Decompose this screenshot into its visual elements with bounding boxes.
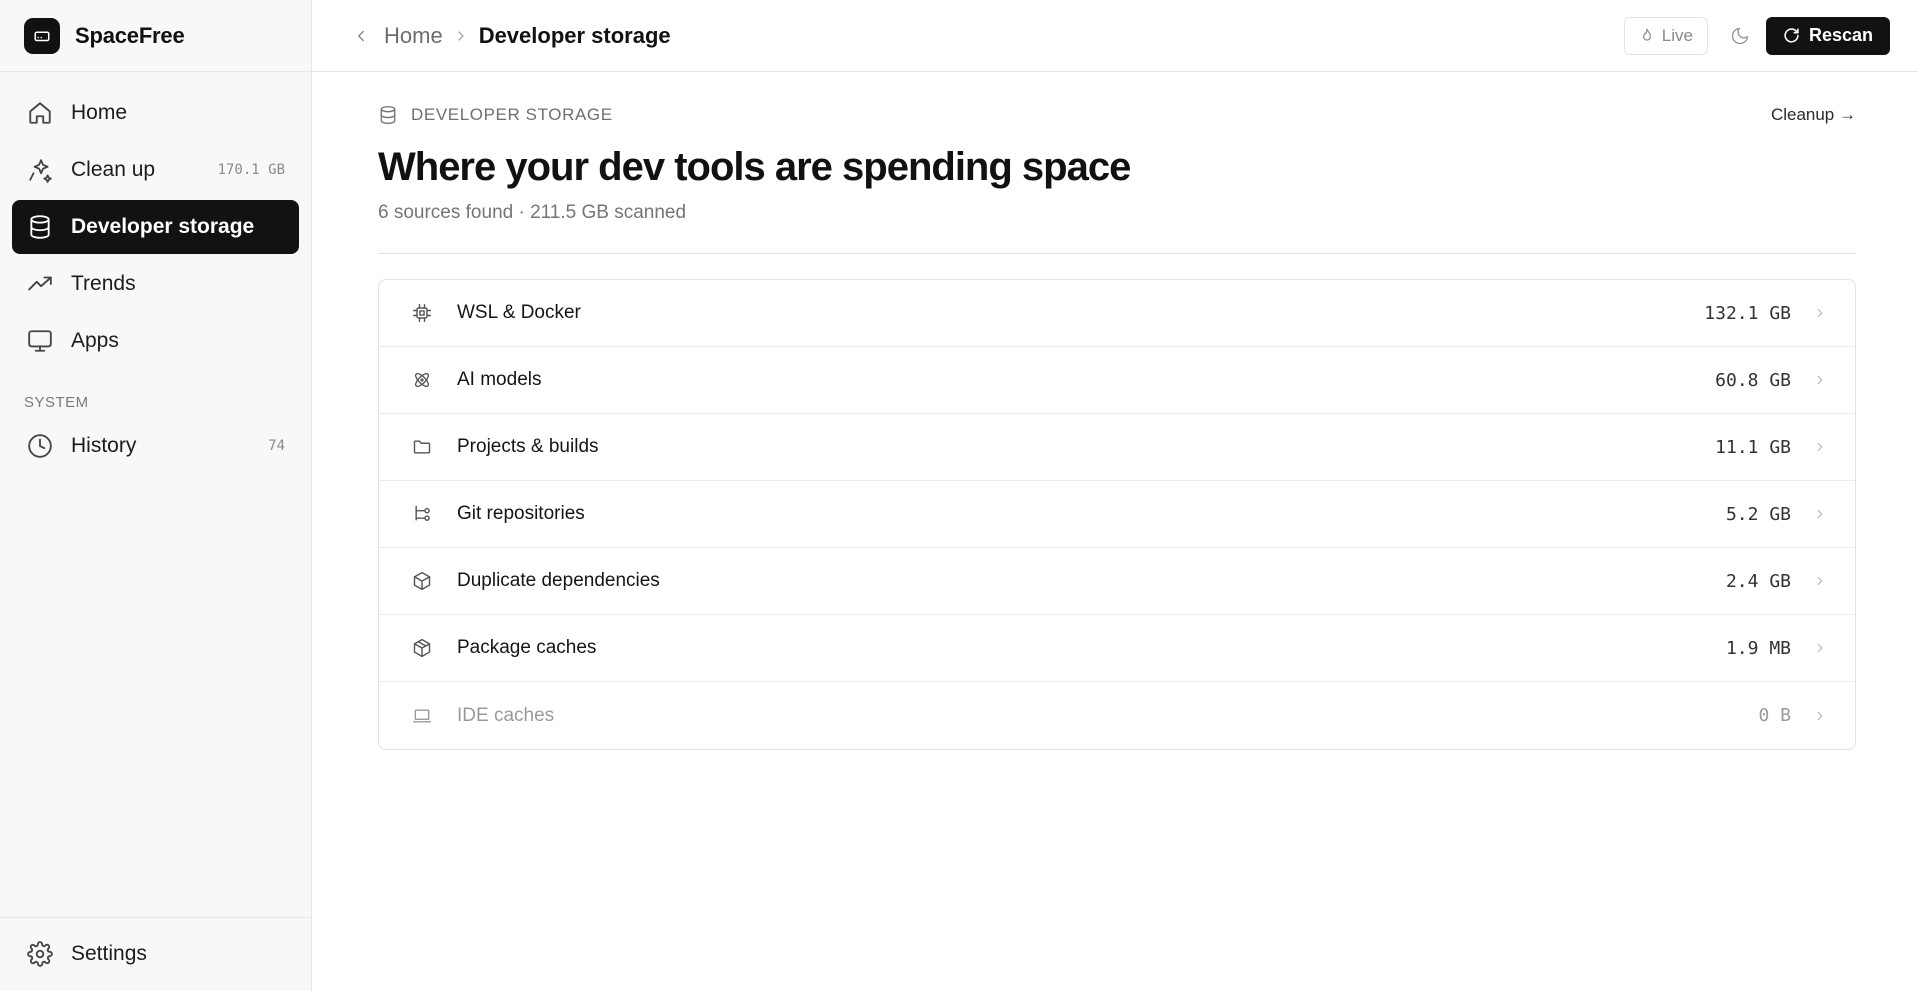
source-row-git-repositories[interactable]: Git repositories 5.2 GB: [379, 481, 1855, 548]
brand[interactable]: SpaceFree: [0, 0, 311, 72]
source-name: Git repositories: [457, 503, 585, 524]
sidebar-item-label: Home: [71, 101, 128, 124]
live-button[interactable]: Live: [1623, 16, 1708, 55]
sidebar-system-nav: History 74: [0, 419, 311, 473]
source-size: 0 B: [1758, 705, 1791, 726]
page-content: DEVELOPER STORAGE Cleanup → Where your d…: [312, 72, 1918, 750]
source-name: Duplicate dependencies: [457, 570, 660, 591]
chevron-right-icon: [1813, 709, 1827, 723]
source-size: 2.4 GB: [1725, 570, 1791, 592]
cpu-icon: [411, 303, 433, 323]
sidebar-item-home[interactable]: Home: [12, 86, 299, 140]
sidebar-item-settings[interactable]: Settings: [12, 927, 299, 981]
moon-icon: [1731, 27, 1749, 44]
sidebar-item-label: Trends: [71, 272, 136, 295]
source-row-package-caches[interactable]: Package caches 1.9 MB: [379, 615, 1855, 682]
source-name: Package caches: [457, 637, 597, 658]
chevron-right-icon: [1813, 373, 1827, 387]
source-row-wsl-docker[interactable]: WSL & Docker 132.1 GB: [379, 280, 1855, 347]
source-size: 11.1 GB: [1715, 436, 1791, 458]
rescan-button[interactable]: Rescan: [1765, 16, 1890, 55]
source-size: 5.2 GB: [1725, 503, 1791, 525]
sidebar: SpaceFree Home Clean up 170.1 GB Develop…: [0, 0, 312, 991]
folder-icon: [411, 437, 433, 457]
sidebar-item-label: Apps: [71, 329, 119, 352]
source-name: AI models: [457, 369, 542, 390]
history-count-badge: 74: [268, 438, 285, 454]
monitor-icon: [26, 327, 54, 355]
main-panel: Home Developer storage Live Rescan DEVEL…: [312, 0, 1918, 991]
live-label: Live: [1661, 25, 1693, 45]
source-row-ai-models[interactable]: AI models 60.8 GB: [379, 347, 1855, 414]
source-row-duplicate-dependencies[interactable]: Duplicate dependencies 2.4 GB: [379, 548, 1855, 615]
sidebar-item-developer-storage[interactable]: Developer storage: [12, 200, 299, 254]
sources-list: WSL & Docker 132.1 GB AI models 60.8 GB: [378, 279, 1856, 750]
sidebar-item-history[interactable]: History 74: [12, 419, 299, 473]
sidebar-item-clean-up[interactable]: Clean up 170.1 GB: [12, 143, 299, 197]
top-actions: Live Rescan: [1623, 16, 1890, 55]
cleanup-size-badge: 170.1 GB: [217, 162, 285, 178]
sidebar-item-label: Settings: [71, 942, 147, 965]
package-icon: [411, 638, 433, 658]
chevron-right-icon: [1813, 507, 1827, 521]
source-name: Projects & builds: [457, 436, 599, 457]
chevron-right-icon: [1813, 306, 1827, 320]
gear-icon: [26, 940, 54, 968]
page-subtitle: 6 sources found · 211.5 GB scanned: [378, 202, 687, 223]
source-size: 60.8 GB: [1715, 369, 1791, 391]
chevron-right-icon: [1813, 641, 1827, 655]
cleanup-link[interactable]: Cleanup →: [1771, 105, 1856, 125]
theme-toggle-button[interactable]: [1730, 26, 1750, 46]
sidebar-item-label: History: [71, 434, 137, 457]
page-eyebrow: DEVELOPER STORAGE: [411, 105, 613, 124]
eyebrow-row: DEVELOPER STORAGE Cleanup →: [378, 103, 1856, 127]
sidebar-item-label: Clean up: [71, 158, 156, 181]
chevron-right-icon: [1813, 574, 1827, 588]
clock-icon: [26, 432, 54, 460]
sidebar-item-apps[interactable]: Apps: [12, 314, 299, 368]
drive-icon: [24, 17, 60, 54]
source-row-projects-builds[interactable]: Projects & builds 11.1 GB: [379, 414, 1855, 481]
sidebar-item-trends[interactable]: Trends: [12, 257, 299, 311]
database-icon: [26, 213, 54, 241]
atom-icon: [411, 370, 433, 390]
breadcrumb-home[interactable]: Home: [384, 23, 443, 49]
laptop-icon: [411, 706, 433, 726]
section-label-system: SYSTEM: [24, 394, 89, 411]
chevron-right-icon: [1813, 440, 1827, 454]
home-icon: [26, 99, 54, 127]
source-size: 1.9 MB: [1725, 637, 1791, 659]
source-name: IDE caches: [457, 704, 555, 726]
source-row-ide-caches[interactable]: IDE caches 0 B: [379, 682, 1855, 749]
refresh-icon: [1784, 28, 1799, 43]
back-button[interactable]: [352, 27, 372, 45]
rescan-label: Rescan: [1808, 25, 1873, 45]
app-name: SpaceFree: [75, 22, 185, 48]
sidebar-item-label: Developer storage: [71, 215, 255, 238]
chevron-right-icon: [453, 28, 469, 44]
box-icon: [411, 571, 433, 591]
topbar: Home Developer storage Live Rescan: [312, 0, 1918, 72]
flame-icon: [1642, 28, 1651, 41]
breadcrumb-current: Developer storage: [478, 22, 671, 48]
trending-up-icon: [26, 270, 54, 298]
sidebar-nav: Home Clean up 170.1 GB Developer storage: [0, 72, 311, 368]
database-icon: [378, 105, 398, 125]
chevron-left-icon: [358, 30, 364, 41]
sidebar-footer: Settings: [0, 917, 311, 991]
git-branch-icon: [411, 504, 433, 524]
sparkles-icon: [26, 156, 54, 184]
page-title: Where your dev tools are spending space: [378, 145, 1131, 189]
source-size: 132.1 GB: [1704, 302, 1791, 324]
divider: [378, 253, 1856, 254]
source-name: WSL & Docker: [457, 302, 581, 323]
app-root: SpaceFree Home Clean up 170.1 GB Develop…: [0, 0, 1918, 991]
